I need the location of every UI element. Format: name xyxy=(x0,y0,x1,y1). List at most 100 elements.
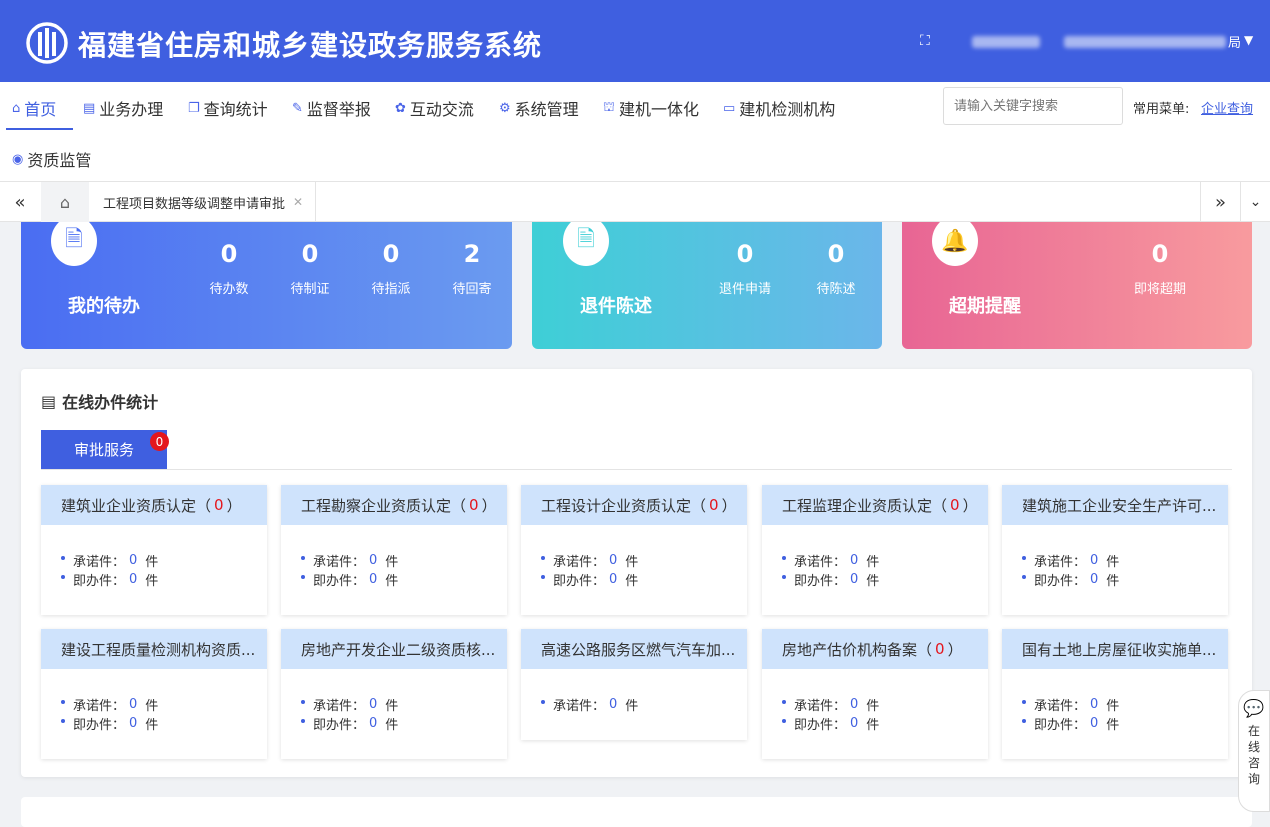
stat-to-assign[interactable]: 0 待指派 xyxy=(361,240,421,297)
promise-row-unit: 件 xyxy=(1106,555,1120,570)
instant-row-value[interactable]: 0 xyxy=(850,572,858,587)
service-card-header[interactable]: 国有土地上房屋征收实施单... xyxy=(1002,629,1228,669)
fullscreen-icon[interactable]: ⛶ xyxy=(920,33,936,49)
instant-row-value[interactable]: 0 xyxy=(1090,716,1098,731)
bullet-icon xyxy=(61,718,65,723)
instant-row-label: 即办件： xyxy=(73,574,126,589)
instant-row-value[interactable]: 0 xyxy=(1090,572,1098,587)
tab-approval-service[interactable]: 审批服务 xyxy=(41,430,167,469)
promise-row-value[interactable]: 0 xyxy=(850,697,858,712)
user-suffix[interactable]: 局 xyxy=(1228,32,1241,51)
service-card-header[interactable]: 房地产估价机构备案（0） xyxy=(762,629,988,669)
instant-row-value[interactable]: 0 xyxy=(369,716,377,731)
promise-row-label: 承诺件： xyxy=(794,699,847,714)
service-card-header[interactable]: 建设工程质量检测机构资质... xyxy=(41,629,267,669)
stat-todo-count[interactable]: 0 待办数 xyxy=(199,240,259,297)
stat-value: 0 xyxy=(220,240,238,268)
instant-row-value[interactable]: 0 xyxy=(129,716,137,731)
stat-to-mail[interactable]: 2 待回寄 xyxy=(442,240,502,297)
bullet-icon xyxy=(1022,555,1026,560)
promise-row-value[interactable]: 0 xyxy=(1090,697,1098,712)
instant-row-unit: 件 xyxy=(866,718,880,733)
service-card-header[interactable]: 高速公路服务区燃气汽车加... xyxy=(521,629,747,669)
main-nav: ⌂ 首页 ▤ 业务办理 ❐ 查询统计 ✎ 监督举报 ✿ 互动交流 ⚙ 系统管理 ⛫ 建机一体化… xyxy=(0,82,1270,182)
bullet-icon xyxy=(782,574,786,579)
tab-home-icon[interactable]: ⌂ xyxy=(41,182,89,222)
service-card[interactable]: 工程监理企业资质认定（0）承诺件： 0 件即办件： 0 件 xyxy=(762,485,988,615)
nav-home[interactable]: ⌂ 首页 xyxy=(12,95,56,121)
id-card-icon: ▭ xyxy=(723,100,736,116)
service-card[interactable]: 工程设计企业资质认定（0）承诺件： 0 件即办件： 0 件 xyxy=(521,485,747,615)
service-card-header[interactable]: 建筑施工企业安全生产许可... xyxy=(1002,485,1228,525)
service-count: 0 xyxy=(469,496,479,514)
instant-row-value[interactable]: 0 xyxy=(369,572,377,587)
service-card-body: 承诺件： 0 件即办件： 0 件 xyxy=(1002,669,1228,733)
service-card[interactable]: 房地产开发企业二级资质核... 承诺件： 0 件即办件： 0 件 xyxy=(281,629,507,759)
service-card[interactable]: 工程勘察企业资质认定（0）承诺件： 0 件即办件： 0 件 xyxy=(281,485,507,615)
user-menu-caret-icon[interactable]: ▼ xyxy=(1244,33,1253,47)
nav-system[interactable]: ⚙ 系统管理 xyxy=(499,95,579,121)
service-card[interactable]: 房地产估价机构备案（0）承诺件： 0 件即办件： 0 件 xyxy=(762,629,988,759)
chevron-down-icon[interactable]: ⌄ xyxy=(1240,182,1270,222)
promise-row: 承诺件： 0 件 xyxy=(782,695,988,714)
nav-query[interactable]: ❐ 查询统计 xyxy=(188,95,268,121)
card-overdue[interactable]: 🔔 超期提醒 0 即将超期 xyxy=(902,222,1252,349)
service-card[interactable]: 建设工程质量检测机构资质... 承诺件： 0 件即办件： 0 件 xyxy=(41,629,267,759)
close-icon[interactable]: ✕ xyxy=(293,195,303,209)
service-card[interactable]: 建筑施工企业安全生产许可... 承诺件： 0 件即办件： 0 件 xyxy=(1002,485,1228,615)
stat-to-certify[interactable]: 0 待制证 xyxy=(280,240,340,297)
promise-row-unit: 件 xyxy=(866,699,880,714)
approval-count-badge: 0 xyxy=(150,432,169,451)
service-card[interactable]: 建筑业企业资质认定（0）承诺件： 0 件即办件： 0 件 xyxy=(41,485,267,615)
search-input[interactable] xyxy=(943,87,1123,125)
promise-row-label: 承诺件： xyxy=(313,555,366,570)
promise-row-label: 承诺件： xyxy=(794,555,847,570)
promise-row-value[interactable]: 0 xyxy=(1090,553,1098,568)
stat-to-state[interactable]: 0 待陈述 xyxy=(806,240,866,297)
service-count: 0 xyxy=(214,496,224,514)
service-card[interactable]: 高速公路服务区燃气汽车加... 承诺件： 0 件 xyxy=(521,629,747,740)
promise-row-value[interactable]: 0 xyxy=(850,553,858,568)
instant-row-value[interactable]: 0 xyxy=(609,572,617,587)
online-consult-button[interactable]: 💬 在线咨询 xyxy=(1238,690,1270,812)
promise-row-value[interactable]: 0 xyxy=(609,697,617,712)
instant-row-value[interactable]: 0 xyxy=(129,572,137,587)
card-my-todo[interactable]: 🗎 我的待办 0 待办数 0 待制证 0 待指派 2 待回寄 xyxy=(21,222,512,349)
promise-row-value[interactable]: 0 xyxy=(129,553,137,568)
tabs-scroll-right-icon[interactable]: » xyxy=(1200,182,1240,222)
nav-qualification-label: 资质监管 xyxy=(27,151,92,170)
stat-return-apply[interactable]: 0 退件申请 xyxy=(715,240,775,297)
nav-machine-testing[interactable]: ▭ 建机检测机构 xyxy=(723,95,835,121)
nav-machine[interactable]: ⛫ 建机一体化 xyxy=(603,95,699,121)
service-card-header[interactable]: 工程设计企业资质认定（0） xyxy=(521,485,747,525)
tabs-scroll-left-icon[interactable]: « xyxy=(0,182,40,222)
tab-bar: « ⌂ 工程项目数据等级调整申请审批 ✕ » ⌄ xyxy=(0,182,1270,222)
tab-open-page[interactable]: 工程项目数据等级调整申请审批 ✕ xyxy=(89,182,317,222)
service-card-header[interactable]: 建筑业企业资质认定（0） xyxy=(41,485,267,525)
bullet-icon xyxy=(541,555,545,560)
service-card[interactable]: 国有土地上房屋征收实施单... 承诺件： 0 件即办件： 0 件 xyxy=(1002,629,1228,759)
nav-business[interactable]: ▤ 业务办理 xyxy=(83,95,163,121)
instant-row-value[interactable]: 0 xyxy=(850,716,858,731)
nav-supervise[interactable]: ✎ 监督举报 xyxy=(292,95,371,121)
card-returns[interactable]: 🗎 退件陈述 0 退件申请 0 待陈述 xyxy=(532,222,882,349)
bullet-icon xyxy=(782,699,786,704)
promise-row-value[interactable]: 0 xyxy=(609,553,617,568)
nav-qualification[interactable]: ◉ 资质监管 xyxy=(12,146,91,172)
common-menu-link[interactable]: 企业查询 xyxy=(1201,98,1253,117)
promise-row-value[interactable]: 0 xyxy=(369,697,377,712)
service-card-header[interactable]: 房地产开发企业二级资质核... xyxy=(281,629,507,669)
paren-open: （ xyxy=(932,496,948,515)
promise-row-value[interactable]: 0 xyxy=(369,553,377,568)
stat-near-overdue[interactable]: 0 即将超期 xyxy=(1130,240,1190,297)
service-card-body: 承诺件： 0 件即办件： 0 件 xyxy=(41,525,267,589)
promise-row: 承诺件： 0 件 xyxy=(1022,551,1228,570)
panel-title-text: 在线办件统计 xyxy=(62,393,159,412)
promise-row-value[interactable]: 0 xyxy=(129,697,137,712)
nav-interact[interactable]: ✿ 互动交流 xyxy=(395,95,474,121)
promise-row: 承诺件： 0 件 xyxy=(541,695,747,714)
service-card-header[interactable]: 工程监理企业资质认定（0） xyxy=(762,485,988,525)
service-card-header[interactable]: 工程勘察企业资质认定（0） xyxy=(281,485,507,525)
logo-icon xyxy=(26,22,68,64)
panel-title: ▤ 在线办件统计 xyxy=(41,389,158,413)
